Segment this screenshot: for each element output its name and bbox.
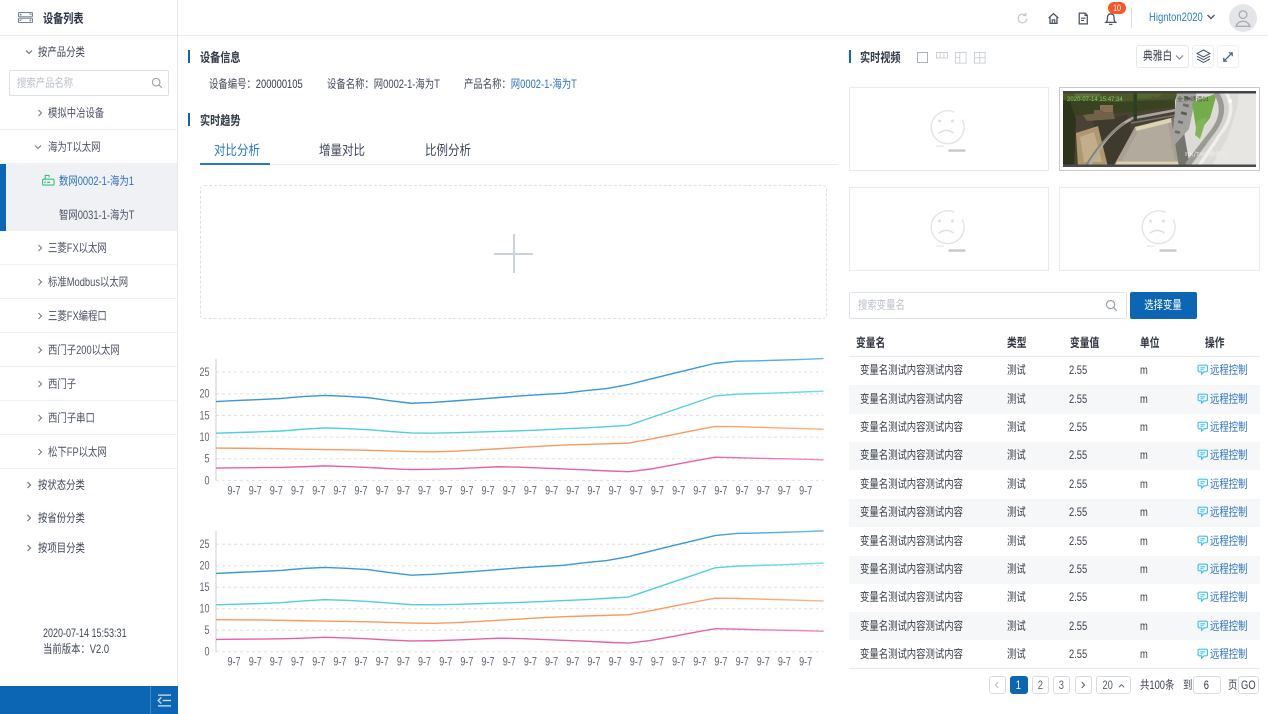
svg-text:9-7: 9-7 (757, 484, 770, 498)
svg-text:数05通道 全景 通道01: 数05通道 全景 通道01 (1151, 94, 1209, 103)
svg-text:0: 0 (204, 646, 209, 660)
svg-text:9-7: 9-7 (418, 484, 431, 498)
svg-text:9-7: 9-7 (799, 484, 812, 498)
svg-text:9-7: 9-7 (249, 655, 262, 669)
svg-text:9-7: 9-7 (566, 655, 579, 669)
svg-text:9-7: 9-7 (228, 484, 241, 498)
svg-text:9-7: 9-7 (460, 484, 473, 498)
svg-text:9-7: 9-7 (545, 655, 558, 669)
svg-text:9-7: 9-7 (778, 655, 791, 669)
svg-text:9-7: 9-7 (609, 484, 622, 498)
svg-text:9-7: 9-7 (418, 655, 431, 669)
svg-text:9-7: 9-7 (376, 655, 389, 669)
svg-text:5: 5 (204, 453, 209, 467)
svg-text:25: 25 (199, 538, 209, 552)
svg-text:9-7: 9-7 (799, 655, 812, 669)
svg-text:9-7: 9-7 (503, 484, 516, 498)
svg-text:9-7: 9-7 (397, 484, 410, 498)
svg-text:9-7: 9-7 (270, 655, 283, 669)
svg-text:9-7: 9-7 (439, 484, 452, 498)
svg-text:9-7: 9-7 (736, 484, 749, 498)
svg-text:9-7: 9-7 (270, 484, 283, 498)
svg-text:HK/T4N 摄像头: HK/T4N 摄像头 (1185, 149, 1227, 158)
svg-text:10: 10 (199, 603, 209, 617)
svg-text:9-7: 9-7 (693, 484, 706, 498)
svg-text:9-7: 9-7 (333, 655, 346, 669)
svg-text:0: 0 (204, 474, 209, 488)
svg-text:9-7: 9-7 (482, 655, 495, 669)
svg-text:9-7: 9-7 (333, 484, 346, 498)
svg-text:9-7: 9-7 (249, 484, 262, 498)
svg-text:9-7: 9-7 (376, 484, 389, 498)
svg-text:9-7: 9-7 (291, 484, 304, 498)
svg-text:9-7: 9-7 (355, 655, 368, 669)
svg-text:9-7: 9-7 (714, 484, 727, 498)
svg-text:9-7: 9-7 (651, 484, 664, 498)
svg-text:9-7: 9-7 (736, 655, 749, 669)
svg-text:2020-07-14 15:47:34: 2020-07-14 15:47:34 (1067, 97, 1123, 103)
svg-text:9-7: 9-7 (630, 655, 643, 669)
svg-text:9-7: 9-7 (566, 484, 579, 498)
svg-text:5: 5 (204, 624, 209, 638)
svg-text:9-7: 9-7 (228, 655, 241, 669)
svg-text:9-7: 9-7 (651, 655, 664, 669)
svg-text:9-7: 9-7 (587, 484, 600, 498)
svg-text:9-7: 9-7 (460, 655, 473, 669)
svg-text:9-7: 9-7 (503, 655, 516, 669)
svg-text:20: 20 (199, 388, 209, 402)
svg-text:9-7: 9-7 (545, 484, 558, 498)
svg-text:15: 15 (199, 581, 209, 595)
svg-text:9-7: 9-7 (693, 655, 706, 669)
svg-text:15: 15 (199, 409, 209, 423)
svg-text:10: 10 (199, 431, 209, 445)
svg-text:9-7: 9-7 (672, 484, 685, 498)
svg-text:9-7: 9-7 (757, 655, 770, 669)
svg-text:9-7: 9-7 (397, 655, 410, 669)
svg-text:9-7: 9-7 (524, 655, 537, 669)
svg-text:9-7: 9-7 (630, 484, 643, 498)
svg-text:9-7: 9-7 (482, 484, 495, 498)
svg-text:9-7: 9-7 (291, 655, 304, 669)
svg-text:9-7: 9-7 (312, 655, 325, 669)
svg-text:9-7: 9-7 (524, 484, 537, 498)
svg-text:9-7: 9-7 (778, 484, 791, 498)
svg-text:9-7: 9-7 (672, 655, 685, 669)
svg-text:9-7: 9-7 (439, 655, 452, 669)
svg-text:9-7: 9-7 (714, 655, 727, 669)
svg-text:9-7: 9-7 (355, 484, 368, 498)
svg-text:9-7: 9-7 (312, 484, 325, 498)
svg-text:20: 20 (199, 560, 209, 574)
svg-text:9-7: 9-7 (587, 655, 600, 669)
svg-text:25: 25 (199, 366, 209, 380)
svg-text:9-7: 9-7 (609, 655, 622, 669)
